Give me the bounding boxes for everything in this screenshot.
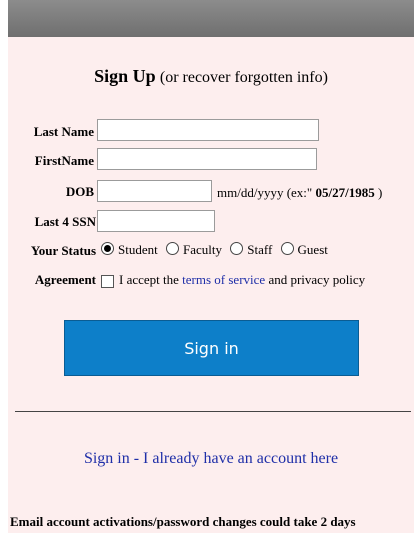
divider	[15, 411, 411, 412]
agreement-label: Agreement	[34, 272, 96, 287]
ssn-label: Last 4 SSN	[34, 214, 96, 229]
dob-hint-example: 05/27/1985	[315, 185, 375, 200]
agreement-checkbox[interactable]	[101, 275, 114, 288]
first-name-label: FirstName	[34, 153, 94, 168]
agreement-text: I accept the terms of service and privac…	[119, 272, 365, 288]
ssn-input[interactable]	[97, 210, 215, 232]
existing-account-link[interactable]: Sign in - I already have an account here	[8, 450, 414, 468]
agreement-prefix: I accept the	[119, 272, 179, 287]
agreement-suffix: and privacy policy	[268, 272, 366, 287]
last-name-input[interactable]	[97, 119, 319, 141]
page-title: Sign Up (or recover forgotten info)	[8, 66, 414, 87]
footer-note: Email account activations/password chang…	[10, 514, 356, 529]
dob-hint: mm/dd/yyyy (ex:" 05/27/1985 )	[217, 185, 382, 201]
title-text: Sign Up	[94, 66, 156, 86]
status-option-student[interactable]: Student	[101, 242, 158, 257]
dob-hint-prefix: mm/dd/yyyy (ex:"	[217, 185, 313, 200]
status-option-staff[interactable]: Staff	[230, 242, 272, 257]
radio-guest[interactable]	[280, 242, 294, 255]
top-bar	[8, 0, 414, 37]
signup-panel: Sign Up (or recover forgotten info) Last…	[8, 0, 414, 533]
status-option-faculty[interactable]: Faculty	[165, 242, 222, 257]
sign-in-button[interactable]: Sign in	[64, 320, 359, 376]
terms-of-service-link[interactable]: terms of service	[182, 272, 265, 287]
dob-hint-suffix: )	[377, 185, 383, 200]
status-radio-group: Student Faculty Staff Guest	[101, 242, 333, 258]
status-label: Your Status	[30, 243, 96, 258]
title-subtitle: (or recover forgotten info)	[159, 69, 328, 86]
status-option-guest[interactable]: Guest	[280, 242, 328, 257]
dob-input[interactable]	[97, 180, 212, 202]
radio-faculty[interactable]	[165, 242, 179, 255]
last-name-label: Last Name	[33, 124, 94, 139]
radio-staff[interactable]	[230, 242, 244, 255]
radio-student[interactable]	[101, 242, 114, 255]
dob-label: DOB	[65, 184, 94, 199]
first-name-input[interactable]	[97, 148, 317, 170]
